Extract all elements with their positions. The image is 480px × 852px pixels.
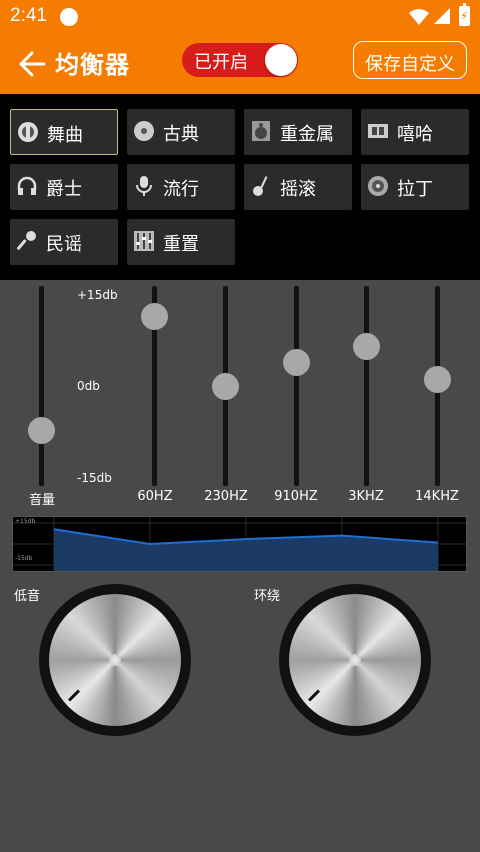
preset-label: 爵士 (46, 179, 82, 200)
band-60hz-thumb[interactable] (141, 302, 168, 330)
graph-min-label: -15db (15, 555, 33, 562)
signal-icon (434, 8, 450, 24)
band-14khz-label: 14KHZ (415, 489, 459, 504)
db-mid-label: 0db (77, 379, 100, 393)
band-910hz-track[interactable] (294, 286, 299, 486)
preset-classical[interactable]: 古典 (127, 109, 235, 155)
band-230hz-label: 230HZ (204, 489, 248, 504)
band-60hz-label: 60HZ (137, 489, 173, 504)
preset-label: 嘻哈 (397, 124, 433, 145)
save-custom-label: 保存自定义 (365, 54, 455, 75)
back-arrow-icon[interactable] (16, 48, 48, 80)
bass-label: 低音 (14, 589, 41, 604)
preset-dance[interactable]: 舞曲 (10, 109, 118, 155)
microphone-icon (136, 176, 152, 196)
volume-label: 音量 (28, 493, 55, 508)
preset-label: 重置 (163, 234, 199, 255)
volume-slider-track[interactable] (39, 286, 44, 486)
disco-icon (18, 122, 38, 142)
charging-icon: ⚡ (460, 9, 469, 23)
speaker-icon (252, 121, 270, 141)
band-910hz-thumb[interactable] (283, 349, 310, 377)
band-3khz-label: 3KHZ (348, 489, 384, 504)
band-14khz-thumb[interactable] (424, 365, 451, 393)
app-bar: 均衡器 已开启 保存自定义 (0, 34, 480, 94)
bass-knob-face (49, 594, 181, 726)
guitar-icon (253, 176, 268, 196)
preset-label: 民谣 (46, 234, 82, 255)
preset-label: 古典 (163, 124, 199, 145)
graph-max-label: +15db (15, 518, 36, 525)
preset-label: 拉丁 (397, 179, 433, 200)
preset-hiphop[interactable]: 嘻哈 (361, 109, 469, 155)
film-icon (368, 124, 388, 138)
eq-curve-graph: +15db -15db (12, 516, 467, 572)
band-230hz-thumb[interactable] (212, 372, 239, 400)
band-3khz-thumb[interactable] (353, 332, 380, 360)
preset-latin[interactable]: 拉丁 (361, 164, 469, 210)
toggle-knob (265, 44, 297, 76)
surround-label: 环绕 (254, 589, 281, 604)
status-time: 2:41 (10, 5, 47, 26)
wifi-icon (409, 9, 429, 25)
db-max-label: +15db (77, 288, 118, 302)
preset-rock[interactable]: 摇滚 (244, 164, 352, 210)
equalizer-panel: 音量 +15db 0db -15db 60HZ 230HZ 910HZ 3KHZ… (0, 280, 480, 852)
preset-jazz[interactable]: 爵士 (10, 164, 118, 210)
preset-heavy-metal[interactable]: 重金属 (244, 109, 352, 155)
equalizer-toggle[interactable]: 已开启 (182, 43, 298, 77)
preset-label: 重金属 (280, 124, 334, 145)
status-bar: 2:41 ⚡ (0, 0, 480, 34)
bass-knob[interactable] (39, 584, 191, 736)
cd-icon (134, 121, 154, 141)
volume-slider-thumb[interactable] (28, 416, 55, 444)
preset-label: 流行 (163, 179, 199, 200)
mixer-icon (134, 231, 154, 251)
record-icon (368, 176, 388, 196)
eq-curve-svg (13, 517, 466, 571)
handheld-mic-icon (16, 231, 36, 251)
preset-reset[interactable]: 重置 (127, 219, 235, 265)
page-title: 均衡器 (55, 51, 130, 79)
notification-dot-icon (60, 8, 78, 26)
preset-label: 舞曲 (47, 125, 83, 146)
surround-knob-face (289, 594, 421, 726)
preset-pop[interactable]: 流行 (127, 164, 235, 210)
surround-knob[interactable] (279, 584, 431, 736)
preset-grid: 舞曲 古典 重金属 嘻哈 爵士 流行 摇滚 拉丁 民谣 重置 (0, 94, 480, 280)
band-3khz-track[interactable] (364, 286, 369, 486)
save-custom-button[interactable]: 保存自定义 (353, 41, 467, 79)
band-910hz-label: 910HZ (274, 489, 318, 504)
toggle-label: 已开启 (194, 52, 248, 73)
preset-folk[interactable]: 民谣 (10, 219, 118, 265)
headphones-icon (17, 176, 37, 195)
db-min-label: -15db (77, 471, 112, 485)
preset-label: 摇滚 (280, 179, 316, 200)
battery-icon: ⚡ (459, 3, 470, 26)
